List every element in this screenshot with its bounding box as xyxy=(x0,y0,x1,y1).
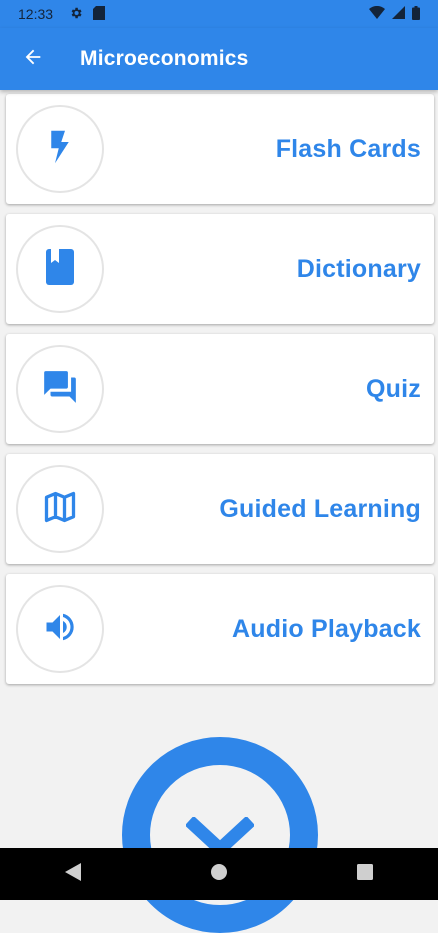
system-home-button[interactable] xyxy=(199,854,239,894)
icon-circle xyxy=(16,465,104,553)
status-time: 12:33 xyxy=(18,6,54,22)
menu-item-label: Guided Learning xyxy=(219,494,421,523)
app-bar: Microeconomics xyxy=(0,28,438,90)
menu-item-guided-learning[interactable]: Guided Learning xyxy=(6,454,434,564)
recents-square-icon xyxy=(357,863,373,885)
volume-icon xyxy=(42,609,78,650)
system-back-button[interactable] xyxy=(53,854,93,894)
signal-icon xyxy=(392,6,405,22)
back-button[interactable] xyxy=(20,46,46,72)
icon-circle xyxy=(16,225,104,313)
system-nav-bar xyxy=(0,848,438,900)
forum-icon xyxy=(40,368,80,411)
menu-item-flash-cards[interactable]: Flash Cards xyxy=(6,94,434,204)
flash-icon xyxy=(45,128,75,171)
sd-card-icon xyxy=(93,5,106,23)
menu-item-quiz[interactable]: Quiz xyxy=(6,334,434,444)
icon-circle xyxy=(16,345,104,433)
menu-item-dictionary[interactable]: Dictionary xyxy=(6,214,434,324)
home-circle-icon xyxy=(210,863,228,886)
menu-item-audio-playback[interactable]: Audio Playback xyxy=(6,574,434,684)
page-title: Microeconomics xyxy=(80,47,249,70)
icon-circle xyxy=(16,585,104,673)
back-triangle-icon xyxy=(65,862,81,886)
arrow-back-icon xyxy=(22,46,44,73)
menu-item-label: Dictionary xyxy=(296,254,421,283)
battery-icon xyxy=(412,5,420,23)
scroll-down-button[interactable] xyxy=(122,737,318,933)
menu-item-label: Quiz xyxy=(366,374,421,403)
menu-list: Flash Cards Dictionary Quiz Guided Learn… xyxy=(6,94,434,694)
map-icon xyxy=(42,489,78,530)
menu-item-label: Audio Playback xyxy=(232,614,421,643)
system-recents-button[interactable] xyxy=(345,854,385,894)
status-bar: 12:33 xyxy=(0,0,438,28)
settings-icon xyxy=(69,6,83,23)
book-icon xyxy=(44,248,76,291)
menu-item-label: Flash Cards xyxy=(275,134,421,163)
icon-circle xyxy=(16,105,104,193)
wifi-icon xyxy=(369,5,385,22)
